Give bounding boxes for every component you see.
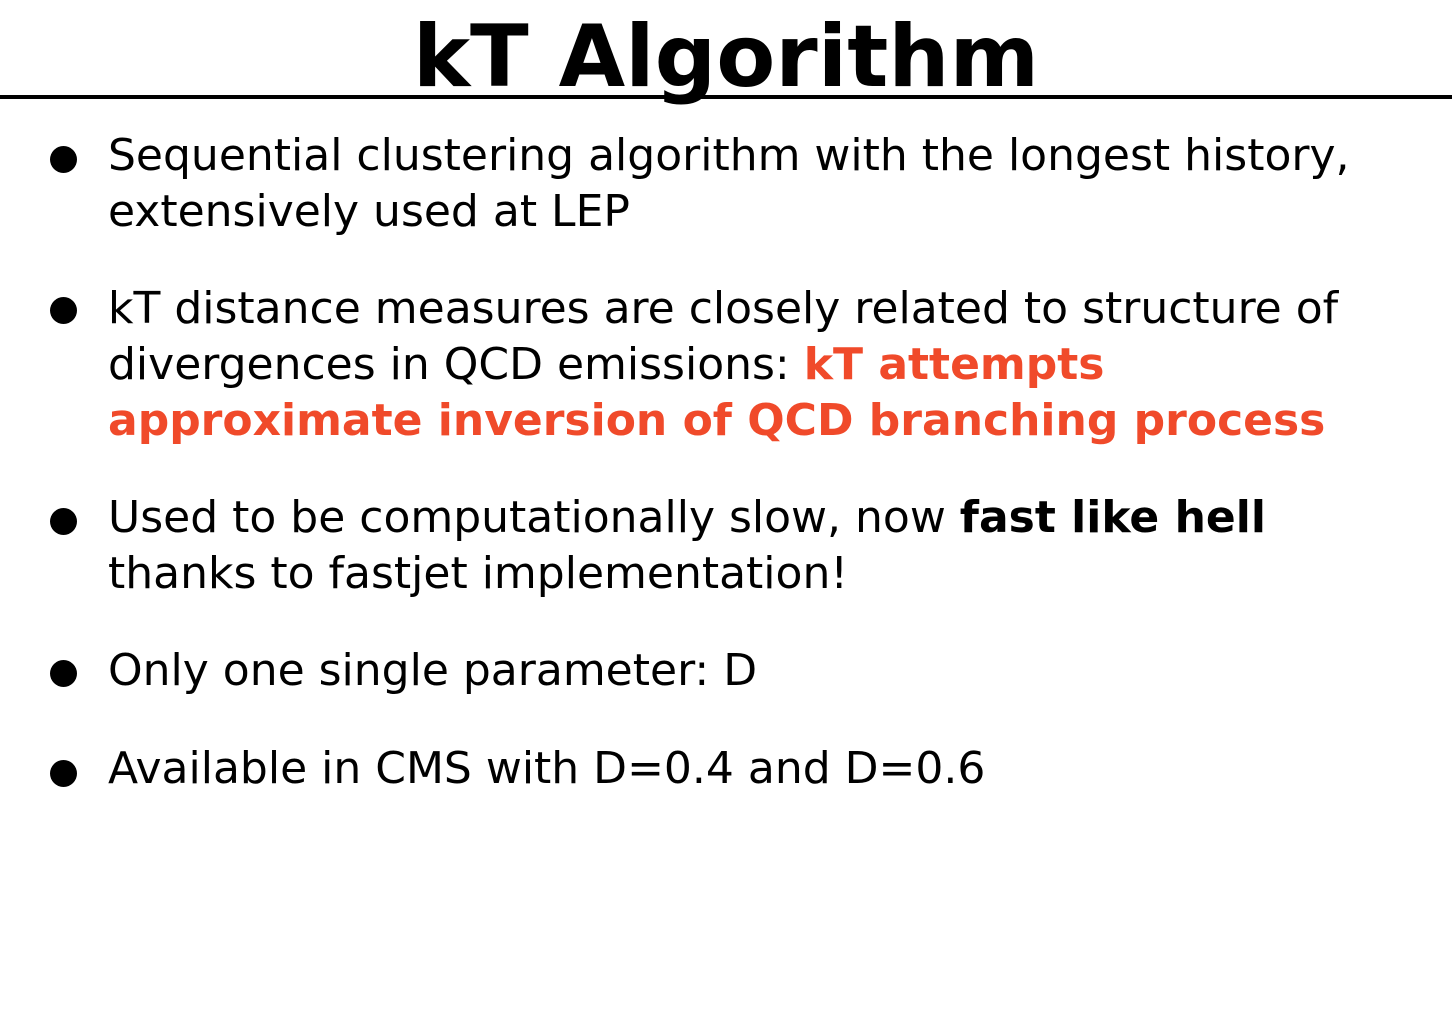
bullet-text-segment: Only one single parameter: D [108,645,758,696]
bullet-text: Available in CMS with D=0.4 and D=0.6 [108,741,1428,797]
bullet-dot-icon [50,660,77,687]
bullet-text: Used to be computationally slow, now fas… [108,490,1428,602]
bullet-text-segment: Sequential clustering algorithm with the… [108,130,1350,237]
bullet-text: Only one single parameter: D [108,643,1428,699]
bullet-emphasis: fast like hell [959,492,1266,543]
bullet-text: kT distance measures are closely related… [108,281,1428,449]
bullet-dot-icon [50,297,77,324]
bullet-text: Sequential clustering algorithm with the… [108,128,1428,240]
bullet-dot-icon [50,760,77,787]
bullet-text-segment: kT distance measures are closely related… [108,283,1339,390]
title-divider [0,95,1452,99]
bullet-dot-icon [50,508,77,535]
bullet-text-segment: thanks to fastjet implementation! [108,548,848,599]
bullet-text-segment: Available in CMS with D=0.4 and D=0.6 [108,743,986,794]
bullet-dot-icon [50,146,77,173]
bullet-text-segment: Used to be computationally slow, now [108,492,960,543]
slide: kT Algorithm Sequential clustering algor… [0,0,1452,1024]
